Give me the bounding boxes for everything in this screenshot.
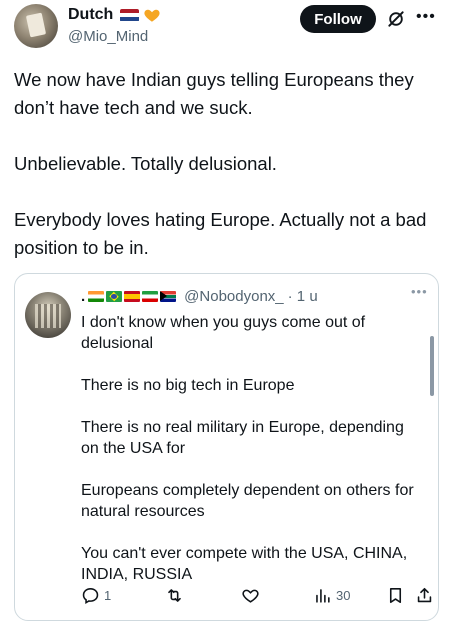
quoted-more-options-icon[interactable]: ••• (411, 284, 428, 299)
views-count: 30 (336, 588, 351, 603)
bookmark-icon (389, 587, 402, 604)
reply-count: 1 (104, 588, 112, 603)
brazil-flag-icon (106, 291, 123, 302)
share-action[interactable] (415, 586, 434, 605)
netherlands-flag-icon (120, 8, 140, 22)
author-name-row: Dutch (68, 6, 161, 24)
reply-icon (82, 587, 99, 605)
reply-action[interactable]: 1 (81, 586, 111, 605)
quoted-paragraph: You can't ever compete with the USA, CHI… (81, 545, 408, 583)
like-action[interactable] (241, 586, 260, 605)
author-display-name[interactable]: Dutch (68, 6, 113, 24)
tweet-paragraph: Unbelievable. Totally delusional. (14, 153, 277, 174)
quoted-tweet-time[interactable]: · 1 u (288, 288, 318, 305)
retweet-action[interactable] (165, 586, 184, 605)
follow-button[interactable]: Follow (300, 5, 376, 33)
tweet-paragraph: We now have Indian guys telling European… (14, 69, 414, 118)
retweet-icon (168, 589, 181, 602)
quoted-author-avatar[interactable] (25, 292, 71, 338)
quoted-tweet-text: I don't know when you guys come out of d… (81, 312, 421, 585)
author-avatar[interactable] (14, 4, 58, 48)
views-action[interactable]: 30 (313, 586, 350, 605)
spain-flag-icon (124, 291, 141, 302)
bookmark-action[interactable] (386, 586, 405, 605)
share-icon (417, 587, 432, 603)
quoted-author-handle[interactable]: @Nobodyonx_ (184, 288, 283, 305)
separator-dot: . (81, 288, 86, 305)
orange-heart-icon (144, 9, 160, 22)
quoted-paragraph: I don't know when you guys come out of d… (81, 314, 366, 352)
author-handle[interactable]: @Mio_Mind (68, 28, 148, 45)
india-flag-icon (88, 291, 105, 302)
tweet-text: We now have Indian guys telling European… (14, 66, 439, 262)
quoted-paragraph: Europeans completely dependent on others… (81, 482, 414, 520)
quoted-tweet-header: . @Nobodyonx_ · 1 u (81, 288, 318, 305)
quoted-paragraph: There is no big tech in Europe (81, 377, 295, 394)
tweet-paragraph: Everybody loves hating Europe. Actually … (14, 209, 427, 258)
south-africa-flag-icon (160, 291, 177, 302)
quoted-paragraph: There is no real military in Europe, dep… (81, 419, 404, 457)
scrollbar-thumb[interactable] (430, 336, 434, 396)
views-icon (316, 589, 330, 603)
quoted-tweet-card[interactable]: . @Nobodyonx_ · 1 u ••• I don't know whe… (14, 273, 439, 621)
iran-flag-icon (142, 291, 159, 302)
quoted-action-bar: 1 30 (81, 586, 432, 608)
more-options-icon[interactable]: ••• (416, 8, 436, 26)
grok-icon[interactable] (386, 9, 406, 29)
like-icon (242, 589, 259, 603)
